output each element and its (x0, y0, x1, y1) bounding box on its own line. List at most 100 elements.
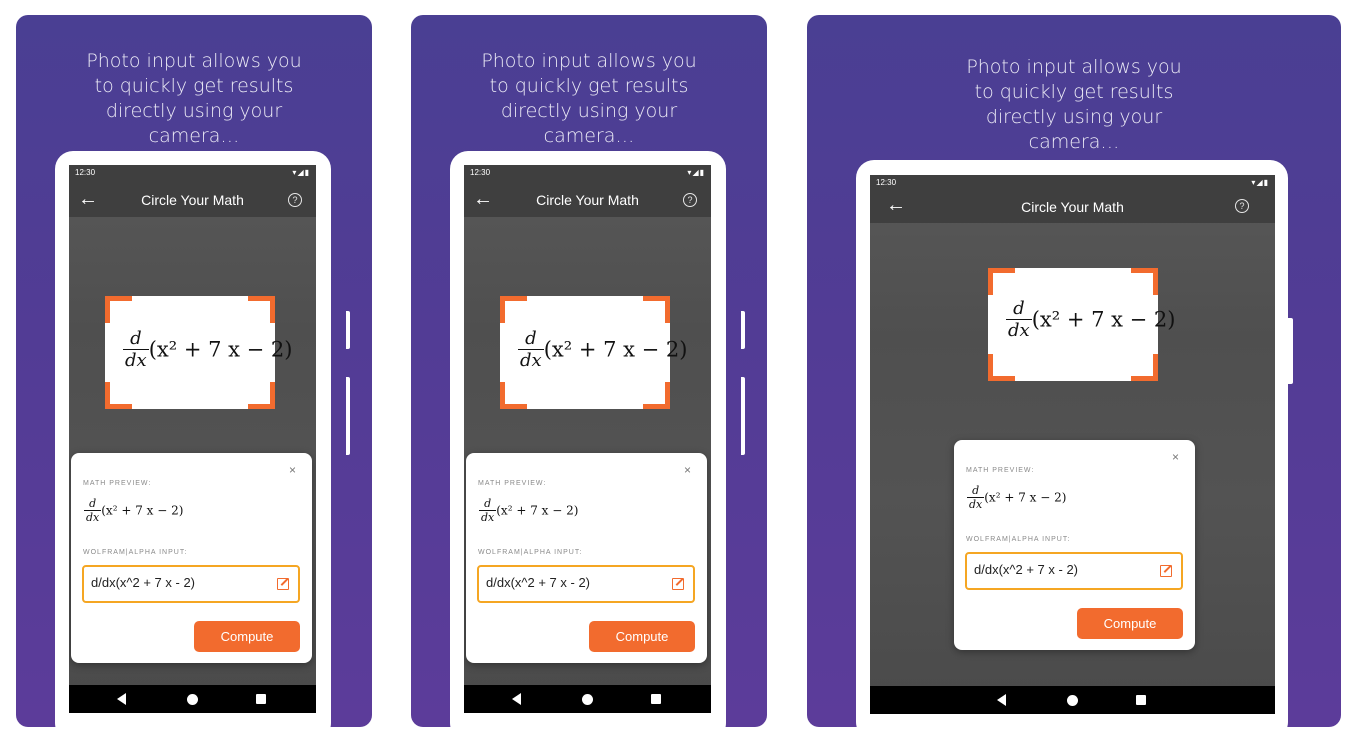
status-icons: ▾◢▮ (292, 168, 310, 177)
input-value: d/dx(x^2 + 7 x - 2) (974, 562, 1078, 577)
math-expr: (x² + 7 x − 2) (148, 337, 293, 362)
viewfinder-frame[interactable]: d dx (x² + 7 x − 2) (988, 268, 1175, 381)
nav-back-icon[interactable] (117, 693, 126, 705)
input-value: d/dx(x^2 + 7 x - 2) (91, 575, 195, 590)
math-preview-label: MATH PREVIEW: (966, 467, 1035, 474)
math-panel: × MATH PREVIEW: d dx (x² + 7 x − 2) WOLFRA… (954, 440, 1195, 650)
caption: Photo input allows you to quickly get re… (966, 56, 1182, 153)
math-num: d (123, 328, 149, 350)
math-den: dx (86, 511, 100, 524)
close-icon[interactable]: × (289, 463, 296, 477)
phone-frame: 12:30 ▾◢▮ ← Circle Your Math ? d dx (x² + … (55, 151, 331, 727)
nav-bar (464, 685, 711, 713)
wolfram-input-field[interactable]: d/dx(x^2 + 7 x - 2) (477, 565, 695, 603)
wolfram-input-label: WOLFRAM|ALPHA INPUT: (966, 536, 1071, 543)
corner-handle[interactable] (105, 296, 132, 323)
viewfinder-frame[interactable]: d dx (x² + 7 x − 2) (500, 296, 687, 409)
nav-recent-icon[interactable] (1136, 695, 1146, 705)
volume-button (346, 377, 350, 455)
math-den: dx (520, 350, 542, 371)
nav-recent-icon[interactable] (256, 694, 266, 704)
compute-button[interactable]: Compute (194, 621, 300, 652)
nav-home-icon[interactable] (187, 694, 198, 705)
math-preview: d dx (x² + 7 x − 2) (479, 497, 578, 524)
app-bar: 12:30 ▾◢▮ ← Circle Your Math ? (464, 165, 711, 217)
screenshot-card-3: Photo input allows you to quickly get re… (807, 15, 1341, 727)
tablet-frame: 12:30 ▾◢▮ ← Circle Your Math ? d dx (x² + … (856, 160, 1288, 727)
phone-frame: 12:30 ▾◢▮ ← Circle Your Math ? d dx (x² + … (450, 151, 726, 727)
status-time: 12:30 (876, 178, 897, 187)
math-expr: (x² + 7 x − 2) (1031, 307, 1176, 332)
volume-button (741, 377, 745, 455)
corner-handle[interactable] (105, 382, 132, 409)
corner-handle[interactable] (248, 296, 275, 323)
math-preview-label: MATH PREVIEW: (83, 480, 152, 487)
math-preview: d dx (x² + 7 x − 2) (967, 484, 1066, 511)
wolfram-input-field[interactable]: d/dx(x^2 + 7 x - 2) (965, 552, 1183, 590)
help-circle-icon[interactable]: ? (288, 193, 302, 207)
math-expr: (x² + 7 x − 2) (101, 503, 184, 518)
corner-handle[interactable] (988, 354, 1015, 381)
page-title: Circle Your Math (1021, 199, 1124, 215)
nav-back-icon[interactable] (997, 694, 1006, 706)
math-panel: × MATH PREVIEW: d dx (x² + 7 x − 2) WOLFRA… (71, 453, 312, 663)
nav-recent-icon[interactable] (651, 694, 661, 704)
caption: Photo input allows you to quickly get re… (481, 50, 697, 147)
corner-handle[interactable] (1131, 354, 1158, 381)
math-panel: × MATH PREVIEW: d dx (x² + 7 x − 2) WOLFRA… (466, 453, 707, 663)
edit-icon[interactable] (277, 578, 289, 590)
help-circle-icon[interactable]: ? (1235, 199, 1249, 213)
page-title: Circle Your Math (536, 192, 639, 208)
viewfinder-frame[interactable]: d dx (x² + 7 x − 2) (105, 296, 292, 409)
page-title: Circle Your Math (141, 192, 244, 208)
math-num: d (479, 497, 497, 511)
phone-screen: 12:30 ▾◢▮ ← Circle Your Math ? d dx (x² + … (69, 165, 316, 713)
math-den: dx (125, 350, 147, 371)
corner-handle[interactable] (643, 296, 670, 323)
corner-handle[interactable] (248, 382, 275, 409)
status-icons: ▾◢▮ (1251, 178, 1269, 187)
nav-home-icon[interactable] (582, 694, 593, 705)
math-num: d (1006, 298, 1032, 320)
captured-math: d dx (x² + 7 x − 2) (518, 328, 687, 371)
caption: Photo input allows you to quickly get re… (86, 50, 302, 147)
app-bar: 12:30 ▾◢▮ ← Circle Your Math ? (870, 175, 1275, 223)
compute-button[interactable]: Compute (1077, 608, 1183, 639)
math-preview: d dx (x² + 7 x − 2) (84, 497, 183, 524)
wolfram-input-label: WOLFRAM|ALPHA INPUT: (478, 549, 583, 556)
math-expr: (x² + 7 x − 2) (984, 490, 1067, 505)
math-den: dx (481, 511, 495, 524)
nav-bar (870, 686, 1275, 714)
nav-bar (69, 685, 316, 713)
corner-handle[interactable] (988, 268, 1015, 295)
math-preview-label: MATH PREVIEW: (478, 480, 547, 487)
nav-home-icon[interactable] (1067, 695, 1078, 706)
compute-button[interactable]: Compute (589, 621, 695, 652)
corner-handle[interactable] (500, 382, 527, 409)
wolfram-input-field[interactable]: d/dx(x^2 + 7 x - 2) (82, 565, 300, 603)
corner-handle[interactable] (500, 296, 527, 323)
close-icon[interactable]: × (684, 463, 691, 477)
power-button (741, 311, 745, 349)
close-icon[interactable]: × (1172, 450, 1179, 464)
corner-handle[interactable] (1131, 268, 1158, 295)
nav-back-icon[interactable] (512, 693, 521, 705)
corner-handle[interactable] (643, 382, 670, 409)
help-circle-icon[interactable]: ? (683, 193, 697, 207)
math-num: d (967, 484, 985, 498)
screenshot-card-2: Photo input allows you to quickly get re… (411, 15, 767, 727)
power-button (346, 311, 350, 349)
tablet-screen: 12:30 ▾◢▮ ← Circle Your Math ? d dx (x² + … (870, 175, 1275, 714)
status-icons: ▾◢▮ (687, 168, 705, 177)
captured-math: d dx (x² + 7 x − 2) (123, 328, 292, 371)
wolfram-input-label: WOLFRAM|ALPHA INPUT: (83, 549, 188, 556)
app-bar: 12:30 ▾◢▮ ← Circle Your Math ? (69, 165, 316, 217)
status-time: 12:30 (470, 168, 491, 177)
screenshot-card-1: Photo input allows you to quickly get re… (16, 15, 372, 727)
edit-icon[interactable] (672, 578, 684, 590)
captured-math: d dx (x² + 7 x − 2) (1006, 298, 1175, 341)
edit-icon[interactable] (1160, 565, 1172, 577)
math-expr: (x² + 7 x − 2) (543, 337, 688, 362)
math-den: dx (1008, 320, 1030, 341)
status-time: 12:30 (75, 168, 96, 177)
